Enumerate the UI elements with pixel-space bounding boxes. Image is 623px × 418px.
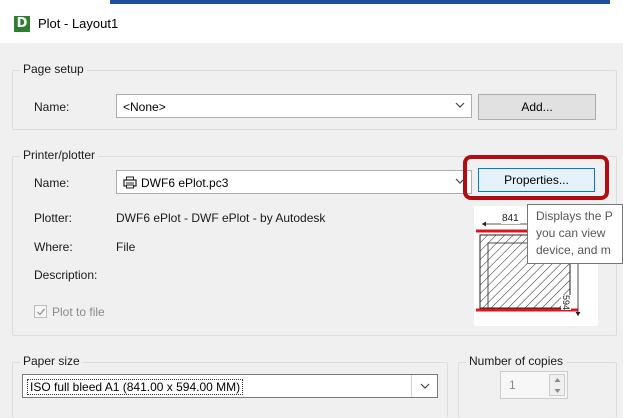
where-value: File — [116, 240, 136, 254]
where-label: Where: — [34, 240, 73, 254]
printer-name-label: Name: — [34, 176, 70, 190]
page-setup-name-label: Name: — [34, 100, 70, 114]
copies-spin-buttons[interactable] — [549, 374, 565, 396]
preview-height-label: 594 — [561, 295, 571, 311]
preview-width-label: 841 — [501, 213, 520, 224]
description-label: Description: — [34, 268, 98, 282]
chevron-down-icon — [420, 383, 430, 389]
chevron-down-icon — [455, 102, 465, 108]
properties-tooltip: Displays the P you can view device, and … — [527, 204, 623, 264]
plotter-icon — [123, 176, 137, 189]
paper-size-group-label: Paper size — [20, 354, 83, 368]
spin-down-icon[interactable] — [554, 388, 561, 394]
copies-spinner[interactable]: 1 — [500, 371, 568, 399]
checkmark-icon — [37, 308, 46, 316]
page-setup-name-combo[interactable]: <None> — [116, 94, 472, 118]
plot-to-file-checkbox[interactable] — [34, 305, 47, 318]
top-accent-strip — [110, 0, 610, 4]
add-button[interactable]: Add... — [478, 94, 596, 120]
tooltip-line-1: Displays the P — [536, 209, 613, 223]
tooltip-line-3: device, and m — [536, 243, 611, 257]
printer-plotter-group-label: Printer/plotter — [20, 148, 99, 162]
page-setup-group-label: Page setup — [20, 62, 87, 76]
plotter-label: Plotter: — [34, 211, 73, 225]
copies-group-label: Number of copies — [466, 354, 567, 368]
autocad-app-icon: D — [14, 16, 30, 32]
tooltip-line-2: you can view — [536, 226, 606, 240]
plotter-value: DWF6 ePlot - DWF ePlot - by Autodesk — [116, 211, 326, 225]
page-setup-name-value: <None> — [123, 100, 166, 114]
window-title: Plot - Layout1 — [38, 16, 119, 31]
paper-size-value: ISO full bleed A1 (841.00 x 594.00 MM) — [27, 379, 244, 395]
spin-up-icon[interactable] — [554, 377, 561, 383]
printer-name-value: DWF6 ePlot.pc3 — [141, 176, 229, 190]
properties-highlight-frame — [463, 155, 609, 200]
paper-size-combo[interactable]: ISO full bleed A1 (841.00 x 594.00 MM) — [22, 374, 438, 398]
printer-name-combo[interactable]: DWF6 ePlot.pc3 — [116, 170, 472, 194]
paper-size-dropdown-button[interactable] — [411, 375, 437, 397]
plot-to-file-label: Plot to file — [52, 305, 105, 319]
copies-value: 1 — [509, 378, 516, 392]
